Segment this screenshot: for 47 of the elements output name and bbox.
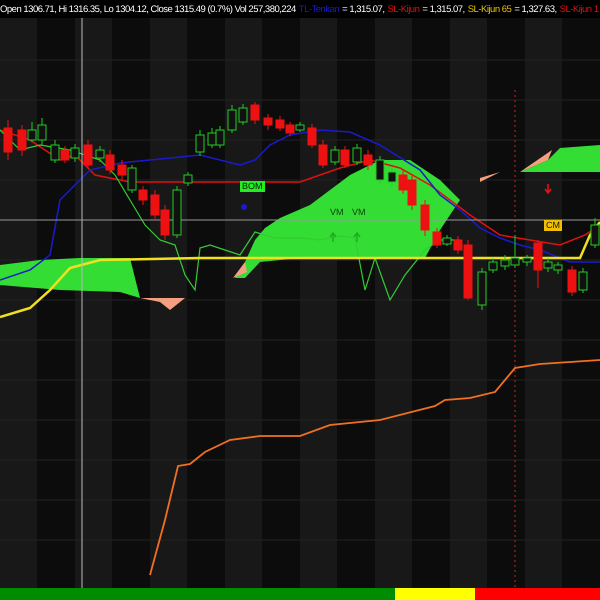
candlestick — [196, 130, 204, 156]
legend-label: SL-Kijun — [387, 4, 420, 14]
signal-label: BOM — [240, 181, 265, 192]
candlestick — [578, 268, 588, 294]
candlestick — [568, 266, 576, 296]
candlestick — [118, 160, 126, 180]
candlestick — [172, 186, 182, 238]
candlestick — [138, 186, 148, 206]
candlestick — [286, 122, 294, 136]
up-arrow-icon — [329, 232, 337, 243]
candlestick — [228, 104, 236, 134]
candlestick — [264, 114, 272, 130]
legend-value: = 1,315.07, — [422, 4, 465, 14]
candlestick — [590, 218, 600, 248]
candlestick — [50, 140, 60, 164]
candlestick — [318, 140, 328, 168]
candlestick — [150, 190, 160, 220]
candlestick — [60, 146, 70, 164]
legend-value: = 1,327.63, — [514, 4, 557, 14]
candlestick — [238, 104, 248, 126]
dot-marker-icon — [241, 204, 247, 210]
candlestick — [364, 150, 372, 170]
candlestick — [398, 170, 408, 194]
candlestick — [128, 164, 136, 194]
legend-label: SL-Kijun 1 — [560, 4, 598, 14]
legend-label: TL-Tenkan — [298, 4, 340, 14]
candlestick — [308, 124, 316, 148]
candlestick — [352, 144, 362, 166]
signal-label: VM — [352, 207, 366, 218]
candlestick — [408, 176, 416, 210]
candlestick — [420, 200, 430, 236]
signal-label: CM — [544, 220, 562, 231]
candlestick — [160, 204, 170, 240]
candlestick — [388, 168, 396, 186]
candlestick — [276, 116, 284, 132]
candlestick — [340, 146, 350, 168]
candlestick — [4, 120, 12, 160]
quote-text: Open 1306.71, Hi 1316.35, Lo 1304.12, Close 1315.49 (0.7%) Vol 257,380,224 — [0, 4, 296, 14]
legend-label: SL-Kijun 65 — [468, 4, 512, 14]
up-arrow-icon — [353, 232, 361, 243]
candlestick — [84, 140, 92, 168]
down-arrow-icon — [544, 183, 552, 194]
legend-value: = 1,315.07, — [342, 4, 384, 14]
cloud-area — [480, 172, 500, 182]
signal-label: VM — [330, 207, 344, 218]
candlestick — [208, 128, 216, 148]
candlestick — [250, 102, 260, 124]
